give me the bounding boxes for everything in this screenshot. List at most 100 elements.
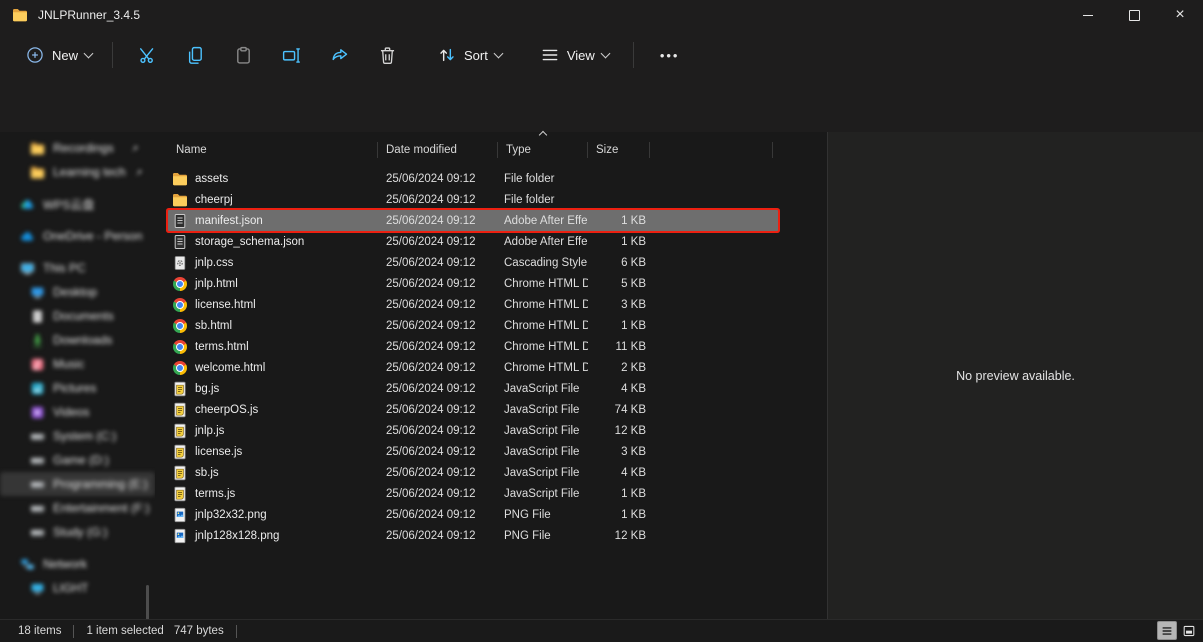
file-name: license.js — [195, 446, 242, 458]
more-options-button[interactable]: ••• — [652, 44, 688, 67]
pictures-icon — [30, 381, 45, 396]
file-size: 4 KB — [588, 467, 650, 479]
cut-button[interactable] — [134, 42, 160, 68]
sidebar-item-recordings[interactable]: Recordings — [0, 136, 155, 160]
file-type: JavaScript File — [498, 467, 588, 479]
preview-pane: No preview available. — [827, 132, 1203, 620]
divider — [73, 625, 74, 638]
item-count: 18 items — [18, 625, 61, 637]
sidebar-item-label: OneDrive - Person — [43, 229, 142, 243]
sidebar-item-this-pc[interactable]: This PC — [0, 256, 155, 280]
sidebar-item-label: Study (G:) — [53, 525, 108, 539]
file-name: bg.js — [195, 383, 219, 395]
file-row-license-html[interactable]: license.html25/06/2024 09:12Chrome HTML … — [168, 294, 778, 315]
file-size: 5 KB — [588, 278, 650, 290]
file-row-assets[interactable]: assets25/06/2024 09:12File folder — [168, 168, 778, 189]
file-row-cheerpos-js[interactable]: cheerpOS.js25/06/2024 09:12JavaScript Fi… — [168, 399, 778, 420]
file-row-cheerpj[interactable]: cheerpj25/06/2024 09:12File folder — [168, 189, 778, 210]
sidebar-item-videos[interactable]: Videos — [0, 400, 155, 424]
sidebar-item-pictures[interactable]: Pictures — [0, 376, 155, 400]
sort-dropdown[interactable]: Sort — [429, 39, 510, 71]
copy-icon — [185, 45, 206, 66]
js-icon — [172, 486, 188, 502]
file-row-jnlp32x32-png[interactable]: jnlp32x32.png25/06/2024 09:12PNG File1 K… — [168, 504, 778, 525]
share-button[interactable] — [326, 42, 352, 68]
sidebar-item-documents[interactable]: Documents — [0, 304, 155, 328]
file-row-license-js[interactable]: license.js25/06/2024 09:12JavaScript Fil… — [168, 441, 778, 462]
file-row-jnlp128x128-png[interactable]: jnlp128x128.png25/06/2024 09:12PNG File1… — [168, 525, 778, 546]
file-size: 1 KB — [588, 215, 650, 227]
file-type: JavaScript File — [498, 425, 588, 437]
file-row-sb-js[interactable]: sb.js25/06/2024 09:12JavaScript File4 KB — [168, 462, 778, 483]
drive-icon — [30, 525, 45, 540]
sidebar-item-game-d[interactable]: Game (D:) — [0, 448, 155, 472]
file-name: terms.html — [195, 341, 249, 353]
details-view-button[interactable] — [1157, 621, 1177, 640]
minimize-button[interactable] — [1065, 0, 1111, 30]
copy-button[interactable] — [182, 42, 208, 68]
sidebar-item-downloads[interactable]: Downloads — [0, 328, 155, 352]
sidebar-item-programming-e[interactable]: Programming (E:) — [0, 472, 155, 496]
column-header-name[interactable]: Name — [168, 142, 378, 158]
file-date: 25/06/2024 09:12 — [378, 488, 498, 500]
file-row-bg-js[interactable]: bg.js25/06/2024 09:12JavaScript File4 KB — [168, 378, 778, 399]
column-header-size[interactable]: Size — [588, 142, 650, 158]
maximize-button[interactable] — [1111, 0, 1157, 30]
view-dropdown[interactable]: View — [532, 39, 617, 71]
file-row-jnlp-js[interactable]: jnlp.js25/06/2024 09:12JavaScript File12… — [168, 420, 778, 441]
file-row-terms-js[interactable]: terms.js25/06/2024 09:12JavaScript File1… — [168, 483, 778, 504]
sidebar-item-label: WPS云盘 — [43, 196, 94, 213]
videos-icon — [30, 405, 45, 420]
file-name: welcome.html — [195, 362, 265, 374]
sidebar-item-label: System (C:) — [53, 429, 116, 443]
sidebar-item-study-g[interactable]: Study (G:) — [0, 520, 155, 544]
paste-button[interactable] — [230, 42, 256, 68]
file-type: JavaScript File — [498, 488, 588, 500]
file-row-storage-schema-json[interactable]: storage_schema.json25/06/2024 09:12Adobe… — [168, 231, 778, 252]
sidebar-item-learning-tech[interactable]: Learning tech — [0, 160, 155, 184]
sidebar-item-music[interactable]: Music — [0, 352, 155, 376]
file-row-welcome-html[interactable]: welcome.html25/06/2024 09:12Chrome HTML … — [168, 357, 778, 378]
file-date: 25/06/2024 09:12 — [378, 194, 498, 206]
file-row-manifest-json[interactable]: manifest.json25/06/2024 09:12Adobe After… — [168, 210, 778, 231]
sort-arrows-icon — [437, 45, 457, 65]
delete-button[interactable] — [374, 42, 400, 68]
view-lines-icon — [540, 45, 560, 65]
column-header-type[interactable]: Type — [498, 142, 588, 158]
documents-icon — [30, 309, 45, 324]
file-type: Adobe After Effect... — [498, 236, 588, 248]
file-size: 1 KB — [588, 488, 650, 500]
divider — [633, 42, 634, 68]
file-date: 25/06/2024 09:12 — [378, 320, 498, 332]
file-date: 25/06/2024 09:12 — [378, 236, 498, 248]
thumbnails-view-button[interactable] — [1179, 621, 1199, 640]
sidebar-item-desktop[interactable]: Desktop — [0, 280, 155, 304]
sidebar-item-entertainment-f[interactable]: Entertainment (F:) — [0, 496, 155, 520]
sidebar-item-wps[interactable]: WPS云盘 — [0, 192, 155, 216]
sidebar-scrollbar[interactable] — [146, 585, 149, 620]
js-icon — [172, 465, 188, 481]
file-size: 74 KB — [588, 404, 650, 416]
column-header-date-modified[interactable]: Date modified — [378, 142, 498, 158]
close-button[interactable]: × — [1157, 0, 1203, 30]
file-row-jnlp-css[interactable]: jnlp.css25/06/2024 09:12Cascading Style … — [168, 252, 778, 273]
doc-gear-icon — [172, 255, 188, 271]
file-row-jnlp-html[interactable]: jnlp.html25/06/2024 09:12Chrome HTML Do.… — [168, 273, 778, 294]
sidebar-item-label: LIGHT — [53, 581, 88, 595]
sidebar-item-network[interactable]: Network — [0, 552, 155, 576]
rename-button[interactable] — [278, 42, 304, 68]
plus-circle-icon — [25, 45, 45, 65]
file-size: 2 KB — [588, 362, 650, 374]
file-size: 3 KB — [588, 299, 650, 311]
sidebar-item-onedrive-person[interactable]: OneDrive - Person — [0, 224, 155, 248]
file-row-terms-html[interactable]: terms.html25/06/2024 09:12Chrome HTML Do… — [168, 336, 778, 357]
new-button[interactable]: New — [15, 39, 102, 71]
file-date: 25/06/2024 09:12 — [378, 446, 498, 458]
preview-message: No preview available. — [956, 369, 1075, 383]
file-row-sb-html[interactable]: sb.html25/06/2024 09:12Chrome HTML Do...… — [168, 315, 778, 336]
paste-icon — [233, 45, 254, 66]
sidebar-item-light[interactable]: LIGHT — [0, 576, 155, 600]
sidebar-item-system-c[interactable]: System (C:) — [0, 424, 155, 448]
address-row: ← → ↑ ›This PC›Programming (E:)›Learning… — [0, 80, 1203, 133]
file-date: 25/06/2024 09:12 — [378, 215, 498, 227]
